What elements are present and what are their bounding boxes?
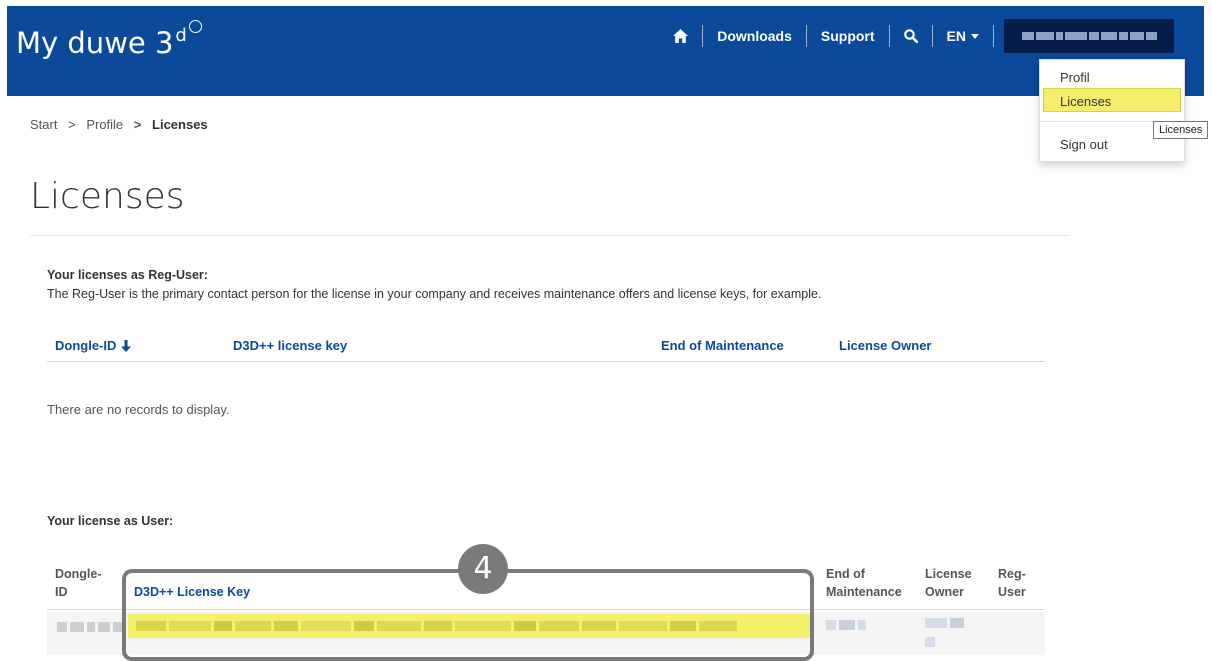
top-header: My duwe 3d Downloads Support EN <box>7 6 1204 96</box>
language-selector[interactable]: EN <box>933 25 993 47</box>
column-header-end-of-maintenance[interactable]: End of Maintenance <box>826 565 902 601</box>
column-header-label: License <box>925 567 972 581</box>
column-header-label: Maintenance <box>826 585 902 599</box>
column-header-dongle-id[interactable]: Dongle- ID <box>55 565 102 601</box>
empty-table-message: There are no records to display. <box>47 402 230 417</box>
user-name-redacted <box>1021 32 1157 40</box>
column-header-end-of-maintenance[interactable]: End of Maintenance <box>661 338 784 353</box>
tooltip: Licenses <box>1153 121 1209 139</box>
breadcrumb-start[interactable]: Start <box>30 117 57 132</box>
dongle-id-redacted <box>57 622 122 632</box>
menu-item-licenses[interactable]: Licenses <box>1060 94 1111 109</box>
reg-user-description: The Reg-User is the primary contact pers… <box>47 287 822 301</box>
column-header-reg-user[interactable]: Reg- User <box>998 565 1026 601</box>
breadcrumb-current: Licenses <box>152 117 208 132</box>
caret-down-icon <box>971 33 979 39</box>
nav-divider <box>993 25 994 47</box>
globe-icon <box>188 20 202 33</box>
menu-item-sign-out[interactable]: Sign out <box>1060 137 1108 152</box>
user-dropdown-menu: Profil Licenses Sign out <box>1039 59 1185 162</box>
page-title: Licenses <box>30 176 185 217</box>
column-header-license-key[interactable]: D3D++ license key <box>233 338 347 353</box>
column-header-label: Owner <box>925 585 964 599</box>
column-header-license-owner[interactable]: License Owner <box>839 338 931 353</box>
column-header-label: User <box>998 585 1026 599</box>
license-owner-redacted <box>925 618 964 647</box>
user-heading: Your license as User: <box>47 514 174 528</box>
column-header-label: Dongle-ID <box>55 338 117 353</box>
callout-number: 4 <box>458 544 508 594</box>
menu-item-profile[interactable]: Profil <box>1060 70 1090 85</box>
reg-user-heading: Your licenses as Reg-User: <box>47 268 208 282</box>
top-nav: Downloads Support EN <box>659 19 1174 53</box>
search-button[interactable] <box>890 25 932 47</box>
column-header-dongle-id[interactable]: Dongle-ID <box>55 338 132 353</box>
search-icon <box>903 29 918 43</box>
table-header-divider <box>47 361 1045 362</box>
breadcrumb-separator: > <box>68 117 76 132</box>
end-of-maintenance-redacted <box>826 620 866 630</box>
home-button[interactable] <box>659 25 702 47</box>
brand-logo[interactable]: My duwe 3d <box>16 20 202 60</box>
brand-name: My duwe 3 <box>16 26 174 60</box>
title-divider <box>30 235 1068 236</box>
column-header-label: Reg- <box>998 567 1026 581</box>
column-header-label: ID <box>55 585 68 599</box>
brand-superscript: d <box>175 25 187 46</box>
breadcrumb-separator: > <box>133 117 142 132</box>
downloads-link[interactable]: Downloads <box>703 25 806 47</box>
sort-down-arrow-icon <box>121 339 132 352</box>
column-header-license-owner[interactable]: License Owner <box>925 565 972 601</box>
breadcrumb-profile[interactable]: Profile <box>86 117 123 132</box>
column-header-label: End of <box>826 567 865 581</box>
support-link[interactable]: Support <box>807 25 889 47</box>
language-label: EN <box>946 28 966 44</box>
home-icon <box>673 29 689 43</box>
breadcrumb: Start > Profile > Licenses <box>30 117 215 132</box>
user-menu-button[interactable] <box>1004 19 1174 53</box>
column-header-label: Dongle- <box>55 567 102 581</box>
